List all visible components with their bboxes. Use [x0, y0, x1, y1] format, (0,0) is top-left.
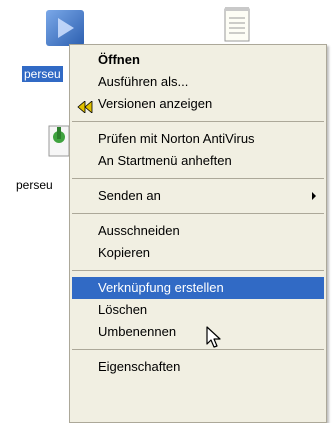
menu-separator	[72, 121, 324, 122]
context-menu: Öffnen Ausführen als... Versionen anzeig…	[69, 44, 327, 423]
menu-item-open[interactable]: Öffnen	[72, 49, 324, 71]
menu-item-delete[interactable]: Löschen	[72, 299, 324, 321]
menu-item-copy[interactable]: Kopieren	[72, 242, 324, 264]
menu-separator	[72, 178, 324, 179]
menu-item-norton-scan[interactable]: Prüfen mit Norton AntiVirus	[72, 128, 324, 150]
mouse-pointer-icon	[206, 326, 222, 353]
menu-item-properties[interactable]: Eigenschaften	[72, 356, 324, 378]
menu-item-send-to[interactable]: Senden an	[72, 185, 324, 207]
menu-item-label: Senden an	[98, 188, 161, 203]
menu-item-rename[interactable]: Umbenennen	[72, 321, 324, 343]
menu-item-run-as[interactable]: Ausführen als...	[72, 71, 324, 93]
menu-separator	[72, 349, 324, 350]
menu-item-cut[interactable]: Ausschneiden	[72, 220, 324, 242]
menu-item-label: Versionen anzeigen	[98, 96, 213, 111]
program-icon-graphic	[46, 10, 84, 46]
versions-icon	[76, 98, 94, 114]
submenu-arrow-icon	[312, 192, 316, 200]
text-file-icon[interactable]	[224, 6, 250, 45]
menu-separator	[72, 213, 324, 214]
notepad-icon	[224, 7, 250, 42]
menu-item-show-versions[interactable]: Versionen anzeigen	[72, 93, 324, 115]
desktop-icon-label-2[interactable]: perseu	[14, 177, 55, 193]
menu-item-pin-start[interactable]: An Startmenü anheften	[72, 150, 324, 172]
desktop-icon-label[interactable]: perseu	[22, 66, 63, 82]
menu-separator	[72, 270, 324, 271]
menu-item-create-shortcut[interactable]: Verknüpfung erstellen	[72, 277, 324, 299]
